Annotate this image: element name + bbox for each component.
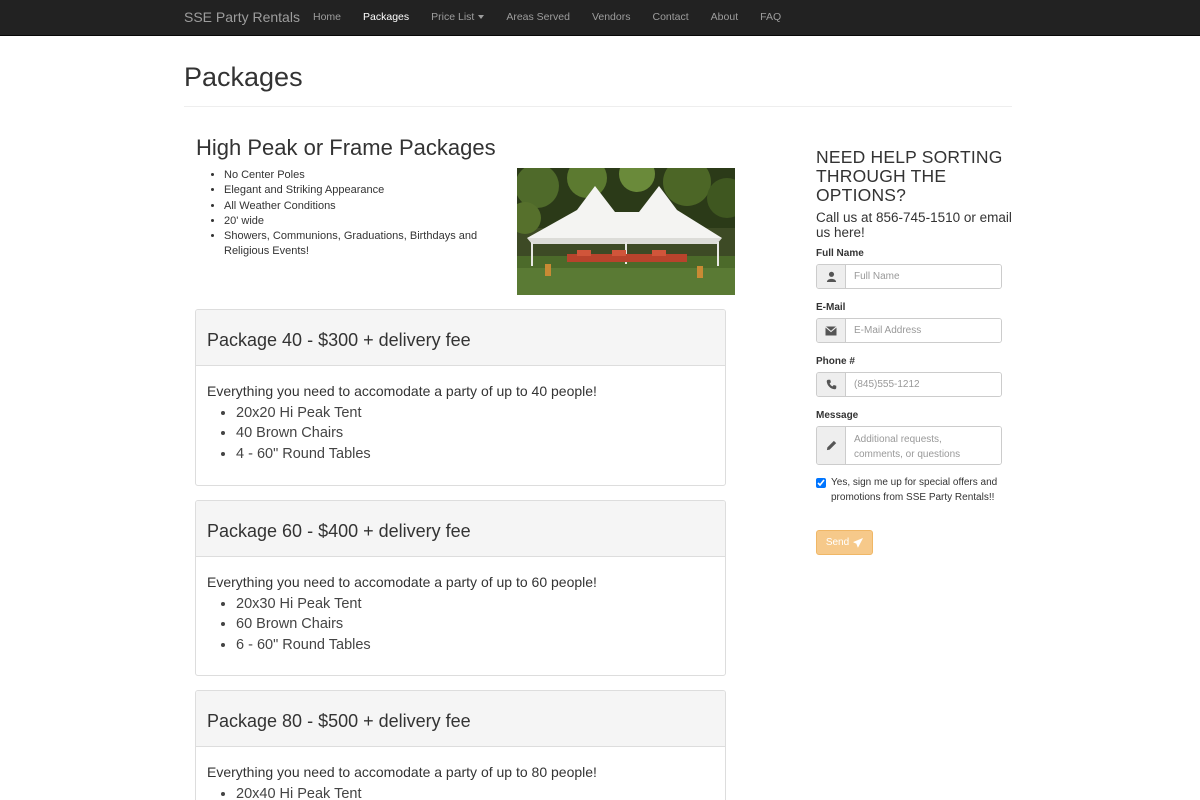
feature-item: All Weather Conditions <box>224 199 506 214</box>
panel-heading: Package 80 - $500 + delivery fee <box>196 691 725 747</box>
package-40-panel: Package 40 - $300 + delivery fee Everyth… <box>195 309 726 486</box>
nav-about[interactable]: About <box>700 0 749 36</box>
nav-faq[interactable]: FAQ <box>749 0 792 36</box>
tent-photo-graphic <box>517 168 735 295</box>
nav-home[interactable]: Home <box>302 0 352 36</box>
full-name-label: Full Name <box>816 248 864 259</box>
phone-label: Phone # <box>816 356 855 367</box>
list-item: 40 Brown Chairs <box>236 423 714 443</box>
package-description: Everything you need to accomodate a part… <box>207 764 597 780</box>
package-title: Package 40 - $300 + delivery fee <box>207 330 471 350</box>
package-items: 20x40 Hi Peak Tent <box>207 784 714 800</box>
list-item: 4 - 60" Round Tables <box>236 444 714 464</box>
help-subtitle: Call us at 856-745-1510 or email us here… <box>816 210 1012 240</box>
panel-body: Everything you need to accomodate a part… <box>196 557 725 655</box>
nav-vendors[interactable]: Vendors <box>581 0 642 36</box>
top-navbar: SSE Party Rentals Home Packages Price Li… <box>0 0 1200 36</box>
panel-heading: Package 60 - $400 + delivery fee <box>196 501 725 557</box>
full-name-group <box>816 264 1002 289</box>
list-item: 20x40 Hi Peak Tent <box>236 784 714 800</box>
send-button-label: Send <box>825 537 850 548</box>
phone-group <box>816 372 1002 397</box>
panel-heading: Package 40 - $300 + delivery fee <box>196 310 725 366</box>
package-description: Everything you need to accomodate a part… <box>207 383 597 399</box>
full-name-input[interactable] <box>846 265 1001 288</box>
panel-body: Everything you need to accomodate a part… <box>196 366 725 464</box>
nav-areas-served[interactable]: Areas Served <box>495 0 581 36</box>
message-group <box>816 426 1002 465</box>
phone-input[interactable] <box>846 373 1001 396</box>
tent-photo <box>517 168 735 295</box>
feature-item: Showers, Communions, Graduations, Birthd… <box>224 229 506 260</box>
email-group <box>816 318 1002 343</box>
panel-body: Everything you need to accomodate a part… <box>196 747 725 800</box>
list-item: 20x30 Hi Peak Tent <box>236 594 714 614</box>
email-label: E-Mail <box>816 302 846 313</box>
package-60-panel: Package 60 - $400 + delivery fee Everyth… <box>195 500 726 676</box>
help-title: NEED HELP SORTING THROUGH THE OPTIONS? <box>816 147 1003 205</box>
email-input[interactable] <box>846 319 1001 342</box>
send-button[interactable]: Send <box>816 530 873 555</box>
pencil-icon <box>817 427 846 464</box>
caret-down-icon <box>478 15 485 20</box>
phone-icon <box>817 373 846 396</box>
signup-checkbox-label[interactable]: Yes, sign me up for special offers and p… <box>831 476 1011 505</box>
paper-plane-icon <box>853 537 864 548</box>
package-80-panel: Package 80 - $500 + delivery fee Everyth… <box>195 690 726 800</box>
package-title: Package 80 - $500 + delivery fee <box>207 711 471 731</box>
feature-item: 20' wide <box>224 214 506 229</box>
package-title: Package 60 - $400 + delivery fee <box>207 521 471 541</box>
package-description: Everything you need to accomodate a part… <box>207 574 597 590</box>
brand-link[interactable]: SSE Party Rentals <box>184 0 300 36</box>
header-divider <box>184 106 1012 107</box>
list-item: 6 - 60" Round Tables <box>236 635 714 655</box>
feature-item: Elegant and Striking Appearance <box>224 183 506 198</box>
user-icon <box>817 265 846 288</box>
package-items: 20x20 Hi Peak Tent 40 Brown Chairs 4 - 6… <box>207 403 714 464</box>
feature-item: No Center Poles <box>224 168 506 183</box>
list-item: 20x20 Hi Peak Tent <box>236 403 714 423</box>
nav-price-list[interactable]: Price List <box>420 0 495 36</box>
section-title: High Peak or Frame Packages <box>196 135 496 160</box>
list-item: 60 Brown Chairs <box>236 614 714 634</box>
package-items: 20x30 Hi Peak Tent 60 Brown Chairs 6 - 6… <box>207 594 714 655</box>
feature-list: No Center Poles Elegant and Striking App… <box>206 168 506 260</box>
nav-packages[interactable]: Packages <box>352 0 420 36</box>
message-textarea[interactable] <box>846 427 1001 464</box>
page-title: Packages <box>184 62 303 92</box>
nav-price-list-label: Price List <box>431 11 475 23</box>
signup-checkbox[interactable] <box>816 478 826 488</box>
envelope-icon <box>817 319 846 342</box>
message-label: Message <box>816 410 859 421</box>
nav-contact[interactable]: Contact <box>641 0 699 36</box>
main-nav: Home Packages Price List Areas Served Ve… <box>302 0 792 36</box>
